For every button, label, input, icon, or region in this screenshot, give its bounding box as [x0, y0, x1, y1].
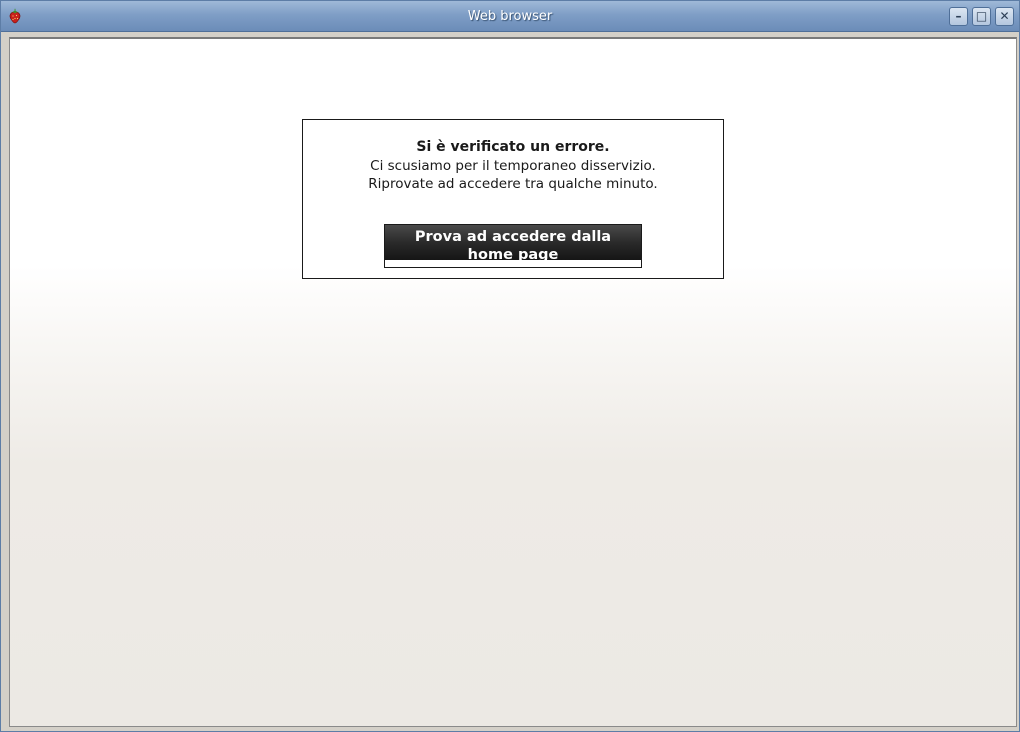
browser-window: Web browser – □ ✕ Si è verificato un err… [0, 0, 1020, 732]
minimize-button[interactable]: – [949, 7, 968, 26]
window-title: Web browser [467, 9, 553, 24]
error-message-box: Si è verificato un errore. Ci scusiamo p… [302, 119, 724, 279]
error-retry-text: Riprovate ad accedere tra qualche minuto… [368, 176, 658, 192]
close-button[interactable]: ✕ [995, 7, 1014, 26]
home-page-button-label: Prova ad accedere dalla home page [414, 229, 612, 263]
browser-content-area: Si è verificato un errore. Ci scusiamo p… [9, 37, 1017, 727]
error-title: Si è verificato un errore. [416, 139, 610, 155]
maximize-button[interactable]: □ [972, 7, 991, 26]
title-bar[interactable]: Web browser – □ ✕ [1, 1, 1019, 32]
home-page-button[interactable]: Prova ad accedere dalla home page [384, 224, 642, 268]
error-apology-text: Ci scusiamo per il temporaneo disservizi… [370, 158, 656, 174]
